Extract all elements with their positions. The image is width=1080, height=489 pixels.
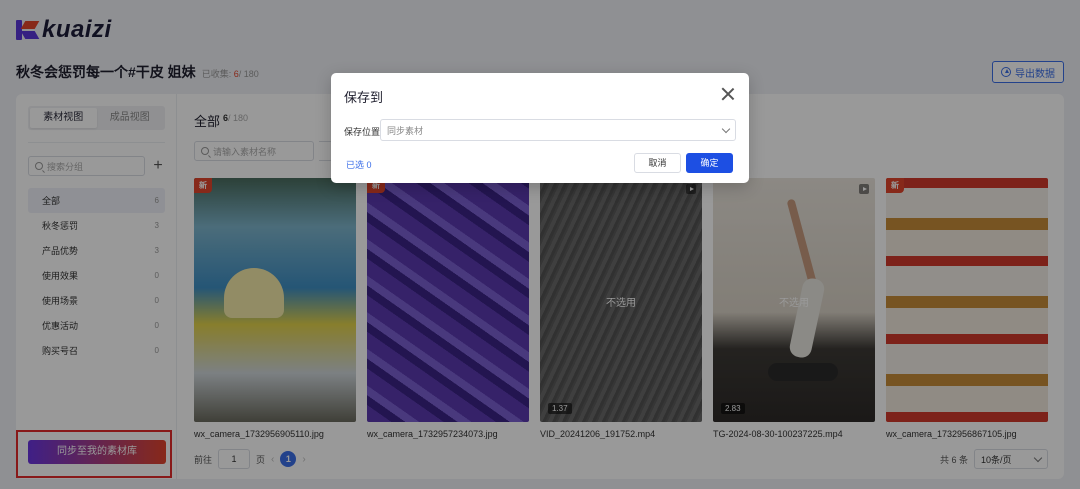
save-location-label: 保存位置 xyxy=(344,127,381,137)
selected-count: 已选 0 xyxy=(346,160,372,170)
dialog-title: 保存到 xyxy=(344,90,384,105)
save-location-select[interactable]: 同步素材 xyxy=(380,119,736,141)
cancel-button[interactable]: 取消 xyxy=(634,153,681,173)
save-to-dialog: 保存到 保存位置 同步素材 已选 0 取消 确定 xyxy=(331,73,749,183)
chevron-down-icon xyxy=(721,124,731,133)
close-icon[interactable] xyxy=(721,87,735,101)
confirm-button[interactable]: 确定 xyxy=(686,153,733,173)
